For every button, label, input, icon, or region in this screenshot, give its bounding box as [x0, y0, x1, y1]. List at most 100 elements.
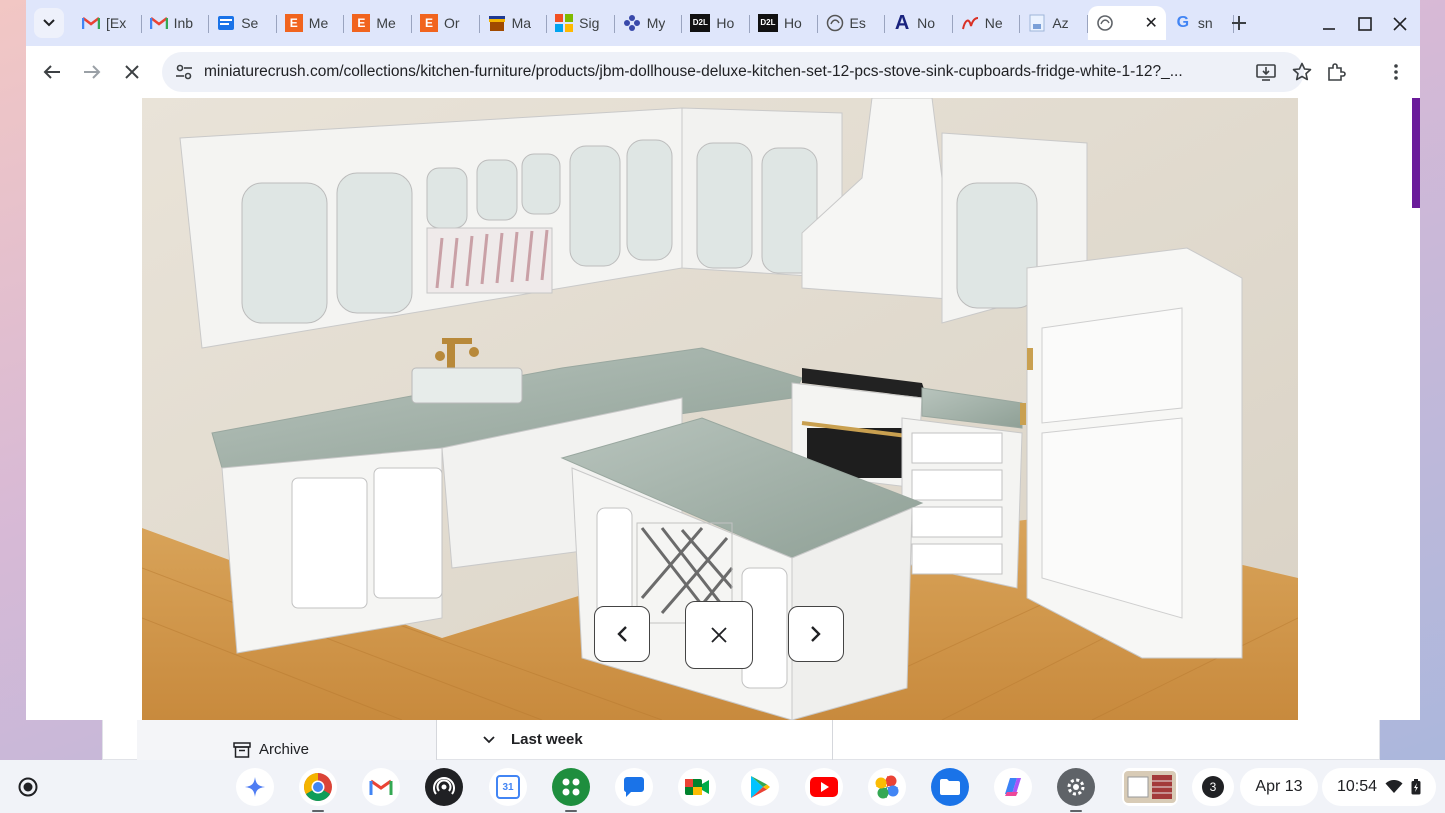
- site-info-icon[interactable]: [172, 60, 196, 84]
- status-tray[interactable]: 10:54: [1322, 768, 1436, 806]
- back-button[interactable]: [36, 56, 68, 88]
- chat-icon[interactable]: [615, 768, 653, 806]
- tab[interactable]: Ma: [480, 6, 548, 40]
- tab[interactable]: E Or: [412, 6, 480, 40]
- archive-label: Archive: [259, 741, 310, 758]
- puzzle-icon: [1328, 63, 1346, 81]
- close-icon: [125, 65, 139, 79]
- podcast-icon[interactable]: [425, 768, 463, 806]
- swoosh-icon: [961, 14, 979, 32]
- tab-title: [Ex: [106, 15, 127, 31]
- chevron-down-icon: [483, 735, 495, 743]
- maximize-button[interactable]: [1347, 10, 1383, 38]
- etsy-icon: E: [419, 14, 438, 32]
- gmail-icon[interactable]: [362, 768, 400, 806]
- files-icon[interactable]: [931, 768, 969, 806]
- last-week-group[interactable]: Last week: [483, 731, 583, 748]
- menu-button[interactable]: [1380, 56, 1412, 88]
- new-tab-button[interactable]: [1224, 8, 1254, 38]
- tab[interactable]: A No: [885, 6, 953, 40]
- browser-window: [Ex Inb Se E Me E Me E Or Ma Sig My D2L …: [26, 0, 1420, 720]
- tab-title: Se: [241, 15, 259, 31]
- d2l-icon: D2L: [757, 14, 778, 32]
- browser-toolbar: miniaturecrush.com/collections/kitchen-f…: [26, 46, 1420, 98]
- tab-active[interactable]: ✕: [1087, 6, 1166, 40]
- tab[interactable]: D2L Ho: [750, 6, 818, 40]
- tab-title: sn: [1197, 15, 1213, 31]
- tab[interactable]: Se: [209, 6, 277, 40]
- tab-title: Ho: [783, 15, 802, 31]
- wifi-icon: [1385, 780, 1403, 793]
- forward-button[interactable]: [76, 56, 108, 88]
- install-app-icon[interactable]: [1254, 60, 1278, 84]
- notification-tray[interactable]: 3: [1192, 768, 1234, 806]
- tab-title: No: [917, 15, 936, 31]
- address-bar[interactable]: miniaturecrush.com/collections/kitchen-f…: [162, 52, 1312, 92]
- stop-loading-button[interactable]: [116, 56, 148, 88]
- tab-search-button[interactable]: [34, 8, 64, 38]
- circle-logo-icon: [826, 14, 844, 32]
- date-tray[interactable]: Apr 13: [1240, 768, 1318, 806]
- close-lightbox-button[interactable]: [685, 601, 753, 669]
- tab-title: Ma: [511, 15, 532, 31]
- tab[interactable]: Sig: [547, 6, 615, 40]
- shelf: 31 3 Apr 13 10:54: [0, 760, 1445, 813]
- copilot-icon[interactable]: [994, 768, 1032, 806]
- tab-title: Ho: [716, 15, 735, 31]
- tab[interactable]: E Me: [344, 6, 412, 40]
- etsy-icon: E: [284, 14, 303, 32]
- previous-image-button[interactable]: [594, 606, 650, 662]
- tab-title: Or: [443, 15, 460, 31]
- launcher-button[interactable]: [14, 773, 42, 801]
- tab-title: Me: [308, 15, 329, 31]
- photos-icon[interactable]: [868, 768, 906, 806]
- d2l-icon: D2L: [690, 14, 711, 32]
- chrome-icon[interactable]: [299, 768, 337, 812]
- youtube-icon[interactable]: [805, 768, 843, 806]
- archive-item[interactable]: Archive: [233, 741, 309, 758]
- tab-title: My: [646, 15, 666, 31]
- tab-title: Ne: [984, 15, 1003, 31]
- pinwheel-icon: [623, 14, 641, 32]
- minimize-button[interactable]: [1311, 10, 1347, 38]
- last-week-label: Last week: [511, 731, 583, 748]
- tab[interactable]: [Ex: [74, 6, 142, 40]
- close-icon[interactable]: ✕: [1145, 13, 1158, 33]
- date-text: Apr 13: [1255, 778, 1303, 795]
- tab[interactable]: Ne: [953, 6, 1021, 40]
- extensions-button[interactable]: [1320, 56, 1352, 88]
- running-indicator: [312, 810, 324, 812]
- url-text[interactable]: miniaturecrush.com/collections/kitchen-f…: [204, 63, 1214, 81]
- tab-title: Sig: [579, 15, 600, 31]
- divider: [832, 719, 833, 761]
- close-icon: [1393, 17, 1407, 31]
- meet-icon[interactable]: [678, 768, 716, 806]
- close-window-button[interactable]: [1382, 10, 1418, 38]
- store-icon: [488, 14, 506, 32]
- tab[interactable]: My: [615, 6, 683, 40]
- next-image-button[interactable]: [788, 606, 844, 662]
- thumbnail-icon[interactable]: [1122, 768, 1178, 806]
- calendar-icon[interactable]: 31: [489, 768, 527, 806]
- a-logo-icon: A: [894, 12, 910, 34]
- page-content: [26, 97, 1420, 720]
- tab[interactable]: Es: [818, 6, 886, 40]
- gemini-icon[interactable]: [236, 768, 274, 806]
- apps-grid-icon[interactable]: [552, 768, 590, 812]
- tab-title: Me: [376, 15, 396, 31]
- tab[interactable]: Inb: [142, 6, 210, 40]
- tabs: [Ex Inb Se E Me E Me E Or Ma Sig My D2L …: [74, 6, 1234, 40]
- tab-strip: [Ex Inb Se E Me E Me E Or Ma Sig My D2L …: [26, 0, 1420, 46]
- gmail-icon: [149, 14, 168, 32]
- tab-title: Es: [849, 15, 866, 31]
- tab[interactable]: E Me: [277, 6, 345, 40]
- bookmark-star-icon[interactable]: [1290, 60, 1314, 84]
- settings-icon[interactable]: [1057, 768, 1095, 812]
- tab[interactable]: D2L Ho: [682, 6, 750, 40]
- plus-icon: [1232, 16, 1246, 30]
- arrow-right-icon: [84, 65, 101, 79]
- tab[interactable]: Az: [1020, 6, 1088, 40]
- launcher-icon: [18, 777, 38, 797]
- play-store-icon[interactable]: [741, 768, 779, 806]
- scrollbar-thumb[interactable]: [1412, 98, 1420, 208]
